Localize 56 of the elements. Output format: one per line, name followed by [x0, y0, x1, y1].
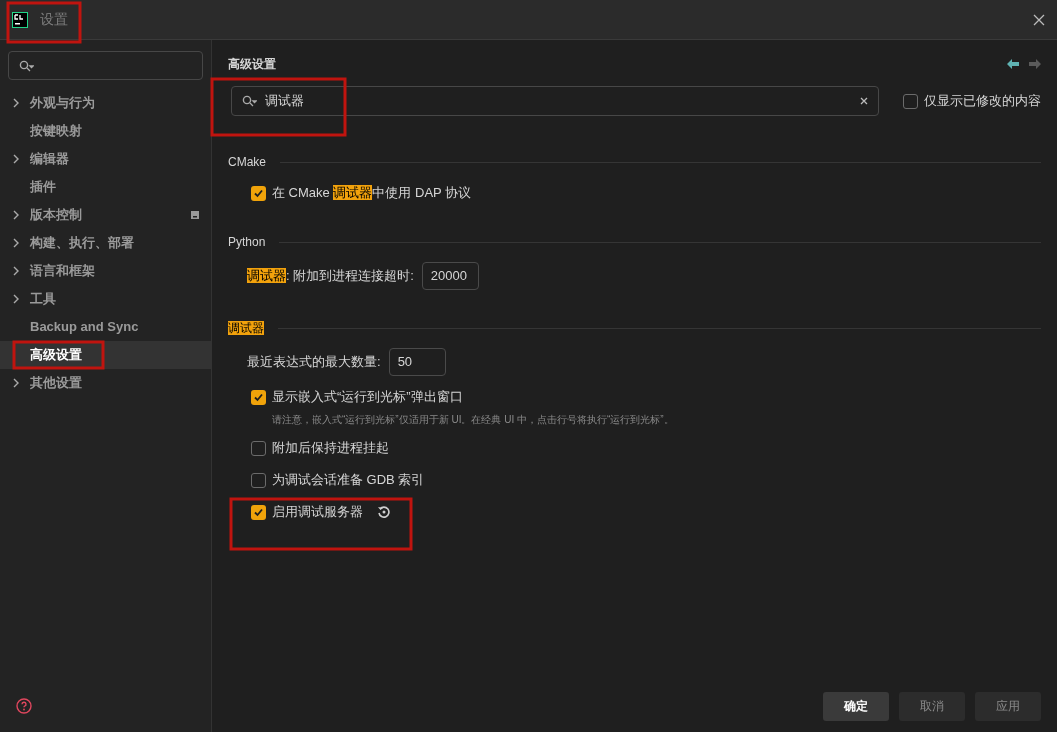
- chevron-right-icon[interactable]: [13, 378, 19, 388]
- sidebar-item[interactable]: 构建、执行、部署: [0, 229, 211, 257]
- option-label: 附加后保持进程挂起: [272, 439, 389, 458]
- dialog-button[interactable]: 确定: [823, 691, 889, 721]
- option-label: 显示嵌入式“运行到光标”弹出窗口: [272, 388, 463, 407]
- chevron-right-icon[interactable]: [13, 238, 19, 248]
- number-field[interactable]: 50: [388, 348, 446, 376]
- sidebar-item[interactable]: 版本控制: [0, 201, 211, 229]
- option-note: 请注意，嵌入式“运行到光标”仅适用于新 UI。在经典 UI 中，点击行号将执行“运行到光标”。: [271, 413, 675, 427]
- section-title: 调试器: [228, 320, 264, 337]
- page-title: 高级设置: [228, 56, 276, 73]
- sidebar-item[interactable]: 语言和框架: [0, 257, 211, 285]
- help-icon[interactable]: [16, 698, 32, 714]
- chevron-right-icon[interactable]: [13, 210, 19, 220]
- search-field[interactable]: [8, 51, 203, 80]
- section-title: Python: [228, 234, 266, 251]
- field-label: 调试器: 附加到进程连接超时:: [247, 267, 414, 286]
- checkbox[interactable]: [903, 93, 918, 109]
- sidebar-item[interactable]: 外观与行为: [0, 89, 211, 117]
- back-arrow-icon[interactable]: [1007, 59, 1019, 69]
- checkmark-icon: [253, 187, 264, 199]
- app-logo-icon: [12, 11, 28, 28]
- sidebar-item[interactable]: 工具: [0, 285, 211, 313]
- dialog-button[interactable]: 取消: [899, 691, 965, 721]
- sidebar-item[interactable]: 插件: [0, 173, 211, 201]
- chevron-right-icon[interactable]: [13, 154, 19, 164]
- checkbox[interactable]: [251, 185, 266, 201]
- section-title: CMake: [228, 154, 266, 171]
- forward-arrow-icon[interactable]: [1029, 59, 1041, 69]
- search-icon: [242, 95, 257, 107]
- chevron-right-icon[interactable]: [13, 294, 19, 304]
- checkmark-icon: [253, 391, 264, 403]
- checkbox[interactable]: [251, 504, 266, 520]
- sidebar-item[interactable]: 其他设置: [0, 369, 211, 397]
- option-label: 启用调试服务器: [272, 503, 363, 522]
- sidebar-item[interactable]: 按键映射: [0, 117, 211, 145]
- search-value: 调试器: [265, 92, 305, 111]
- sidebar-item[interactable]: 编辑器: [0, 145, 211, 173]
- field-label: 最近表达式的最大数量:: [247, 353, 381, 372]
- sidebar-item[interactable]: Backup and Sync: [0, 313, 211, 341]
- close-icon[interactable]: [1033, 13, 1045, 26]
- dialog-button[interactable]: 应用: [975, 691, 1041, 721]
- checkmark-icon: [253, 506, 264, 518]
- search-field[interactable]: 调试器: [231, 86, 879, 116]
- option-label: 为调试会话准备 GDB 索引: [272, 471, 425, 490]
- chevron-right-icon[interactable]: [13, 98, 19, 108]
- search-icon: [19, 59, 34, 72]
- number-field[interactable]: 20000: [421, 262, 479, 290]
- window-title: 设置: [40, 10, 68, 29]
- checkbox[interactable]: [251, 440, 266, 456]
- filter-label: 仅显示已修改的内容: [924, 92, 1041, 111]
- reset-icon[interactable]: [377, 505, 391, 519]
- checkbox[interactable]: [251, 389, 266, 405]
- checkbox[interactable]: [251, 472, 266, 488]
- clear-icon[interactable]: [860, 97, 868, 105]
- chevron-right-icon[interactable]: [13, 266, 19, 276]
